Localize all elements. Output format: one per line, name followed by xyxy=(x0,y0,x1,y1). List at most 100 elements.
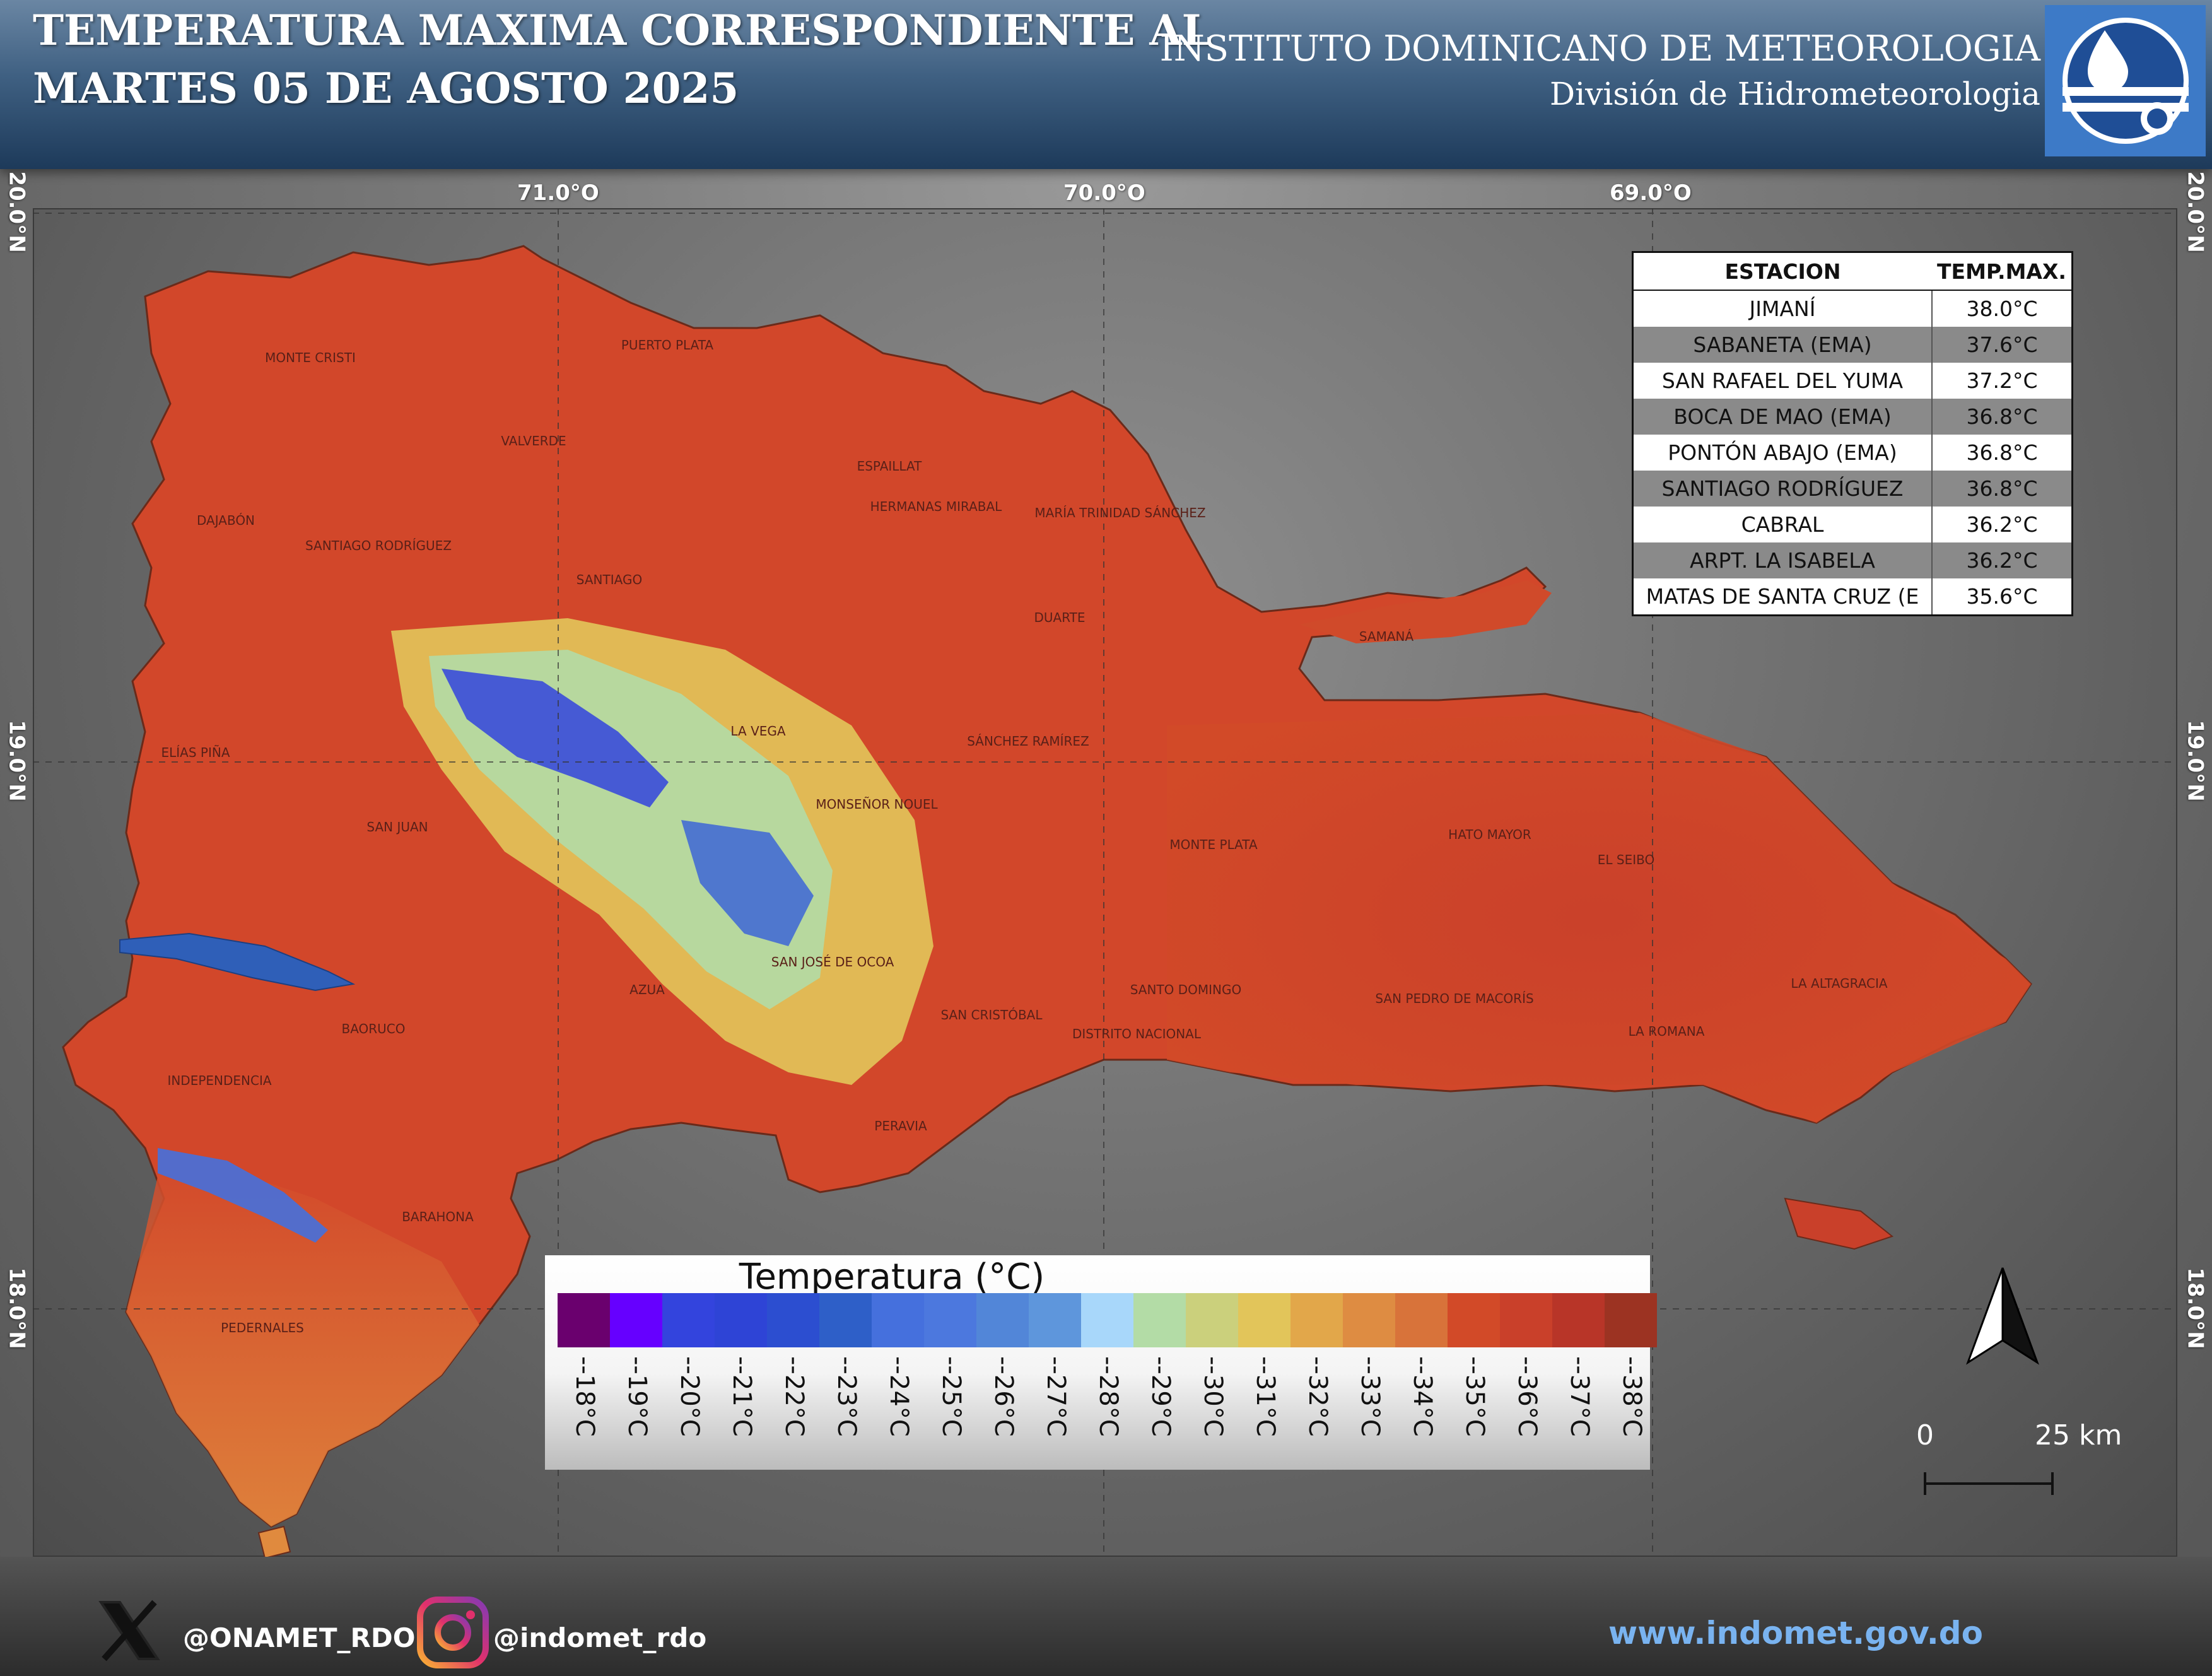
legend-labels: --18°C --19°C --20°C --21°C --22°C --23°C --24… xyxy=(558,1356,1657,1463)
twitter-handle[interactable]: @ONAMET_RDO xyxy=(183,1622,415,1653)
station-temp: 36.2°C xyxy=(1966,512,2038,537)
province-label: SÁNCHEZ RAMÍREZ xyxy=(967,734,1089,749)
legend-swatch xyxy=(767,1293,819,1347)
legend-tick: --38°C xyxy=(1605,1356,1657,1463)
instagram-icon[interactable] xyxy=(416,1596,489,1669)
legend-swatch xyxy=(1081,1293,1133,1347)
legend-swatch xyxy=(1395,1293,1448,1347)
province-label: PUERTO PLATA xyxy=(621,337,714,353)
legend-tick: --36°C xyxy=(1500,1356,1552,1463)
saona-island xyxy=(1784,1197,1894,1250)
station-temp: 36.8°C xyxy=(1932,399,2073,435)
legend-swatch xyxy=(1186,1293,1238,1347)
footer-bar: @ONAMET_RDO @indomet_rdo www.indomet.gov… xyxy=(0,1557,2212,1676)
table-row: PONTÓN ABAJO (EMA) 36.8°C xyxy=(1632,435,2073,471)
province-label: AZUA xyxy=(629,982,665,997)
province-label: LA VEGA xyxy=(730,724,785,739)
station-name: JIMANÍ xyxy=(1632,290,1933,327)
lon-label-top: 71.0°O xyxy=(517,180,599,206)
legend-tick: --21°C xyxy=(715,1356,767,1463)
province-label: MONTE CRISTI xyxy=(265,350,356,365)
legend-tick: --24°C xyxy=(872,1356,924,1463)
legend-tick-label: --20°C xyxy=(675,1356,704,1437)
legend-swatch xyxy=(1029,1293,1081,1347)
lon-label-top: 70.0°O xyxy=(1063,180,1145,206)
legend-tick: --28°C xyxy=(1081,1356,1133,1463)
legend-tick: --25°C xyxy=(924,1356,976,1463)
station-temp: 36.8°C xyxy=(1966,440,2038,465)
legend-tick-label: --33°C xyxy=(1355,1356,1384,1437)
province-label: DAJABÓN xyxy=(197,513,255,528)
x-twitter-icon[interactable] xyxy=(95,1596,164,1665)
table-row: MATAS DE SANTA CRUZ (E 35.6°C xyxy=(1632,578,2073,616)
legend-tick-label: --29°C xyxy=(1146,1356,1175,1437)
lat-label-right: 18.0°N xyxy=(2182,1267,2208,1349)
legend-tick: --33°C xyxy=(1343,1356,1395,1463)
station-name: SABANETA (EMA) xyxy=(1632,327,1933,363)
max-temperature-table: ESTACION TEMP.MAX. JIMANÍ 38.0°C SABANETA… xyxy=(1632,251,2073,616)
scale-line xyxy=(1924,1482,2054,1485)
scale-bar: 0 25 km xyxy=(1911,1419,2122,1508)
legend-swatch xyxy=(1500,1293,1552,1347)
province-label: VALVERDE xyxy=(501,433,566,448)
province-label: MONSEÑOR NOUEL xyxy=(816,797,938,812)
beata-island xyxy=(257,1525,291,1557)
legend-tick: --29°C xyxy=(1133,1356,1186,1463)
legend-swatch xyxy=(1448,1293,1500,1347)
province-label: BAORUCO xyxy=(341,1021,405,1036)
legend-tick-label: --37°C xyxy=(1565,1356,1594,1437)
lat-label-left: 18.0°N xyxy=(4,1267,30,1349)
lat-label-right: 20.0°N xyxy=(2182,171,2208,253)
province-label: ELÍAS PIÑA xyxy=(161,745,230,760)
station-name: CABRAL xyxy=(1632,507,1933,542)
legend-tick-label: --36°C xyxy=(1513,1356,1542,1437)
station-name: SAN RAFAEL DEL YUMA xyxy=(1632,363,1933,399)
legend-swatch xyxy=(1605,1293,1657,1347)
instagram-handle[interactable]: @indomet_rdo xyxy=(493,1622,706,1653)
legend-tick-label: --31°C xyxy=(1251,1356,1280,1437)
website-link[interactable]: www.indomet.gov.do xyxy=(1608,1615,1983,1651)
legend-tick-label: --23°C xyxy=(832,1356,861,1437)
north-arrow-icon xyxy=(1966,1267,2039,1365)
temperature-legend: Temperatura (°C) --18°C --19°C --20°C --21°… xyxy=(545,1255,1657,1470)
legend-title: Temperatura (°C) xyxy=(739,1257,1045,1298)
province-label: PERAVIA xyxy=(874,1118,927,1134)
table-row: CABRAL 36.2°C xyxy=(1632,507,2073,542)
legend-tick-label: --19°C xyxy=(623,1356,652,1437)
station-temp: 36.8°C xyxy=(1932,471,2073,507)
station-temp: 36.2°C xyxy=(1932,542,2073,578)
legend-swatch xyxy=(976,1293,1029,1347)
lat-label-left: 20.0°N xyxy=(4,171,30,253)
station-name: MATAS DE SANTA CRUZ (E xyxy=(1632,578,1933,616)
legend-tick: --31°C xyxy=(1238,1356,1290,1463)
province-label: PEDERNALES xyxy=(221,1320,304,1335)
legend-tick-label: --28°C xyxy=(1094,1356,1123,1437)
station-temp: 38.0°C xyxy=(1966,296,2038,321)
legend-tick: --32°C xyxy=(1290,1356,1343,1463)
station-temp: 37.6°C xyxy=(1932,327,2073,363)
legend-tick-label: --34°C xyxy=(1408,1356,1437,1437)
station-name: BOCA DE MAO (EMA) xyxy=(1632,399,1933,435)
legend-tick-label: --35°C xyxy=(1460,1356,1489,1437)
legend-tick-label: --18°C xyxy=(570,1356,599,1437)
scale-zero-label: 0 xyxy=(1916,1419,1934,1451)
lat-label-left: 19.0°N xyxy=(4,720,30,802)
lat-label-right: 19.0°N xyxy=(2182,720,2208,802)
scale-tick-right xyxy=(2051,1472,2054,1495)
station-name: PONTÓN ABAJO (EMA) xyxy=(1632,435,1933,471)
station-name: ARPT. LA ISABELA xyxy=(1632,542,1933,578)
legend-tick-label: --22°C xyxy=(780,1356,809,1437)
legend-swatch xyxy=(662,1293,715,1347)
province-label: SAMANÁ xyxy=(1359,629,1414,644)
legend-tick-label: --24°C xyxy=(884,1356,913,1437)
province-label: LA ROMANA xyxy=(1629,1024,1705,1039)
legend-tick: --35°C xyxy=(1448,1356,1500,1463)
legend-tick: --22°C xyxy=(767,1356,819,1463)
legend-color-bar xyxy=(558,1293,1657,1347)
table-row: ARPT. LA ISABELA 36.2°C xyxy=(1632,542,2073,578)
legend-swatch xyxy=(1238,1293,1290,1347)
station-temp: 37.2°C xyxy=(1966,368,2038,393)
province-label: HATO MAYOR xyxy=(1448,827,1531,842)
legend-tick-label: --38°C xyxy=(1617,1356,1646,1437)
column-header-station: ESTACION xyxy=(1632,252,1932,291)
